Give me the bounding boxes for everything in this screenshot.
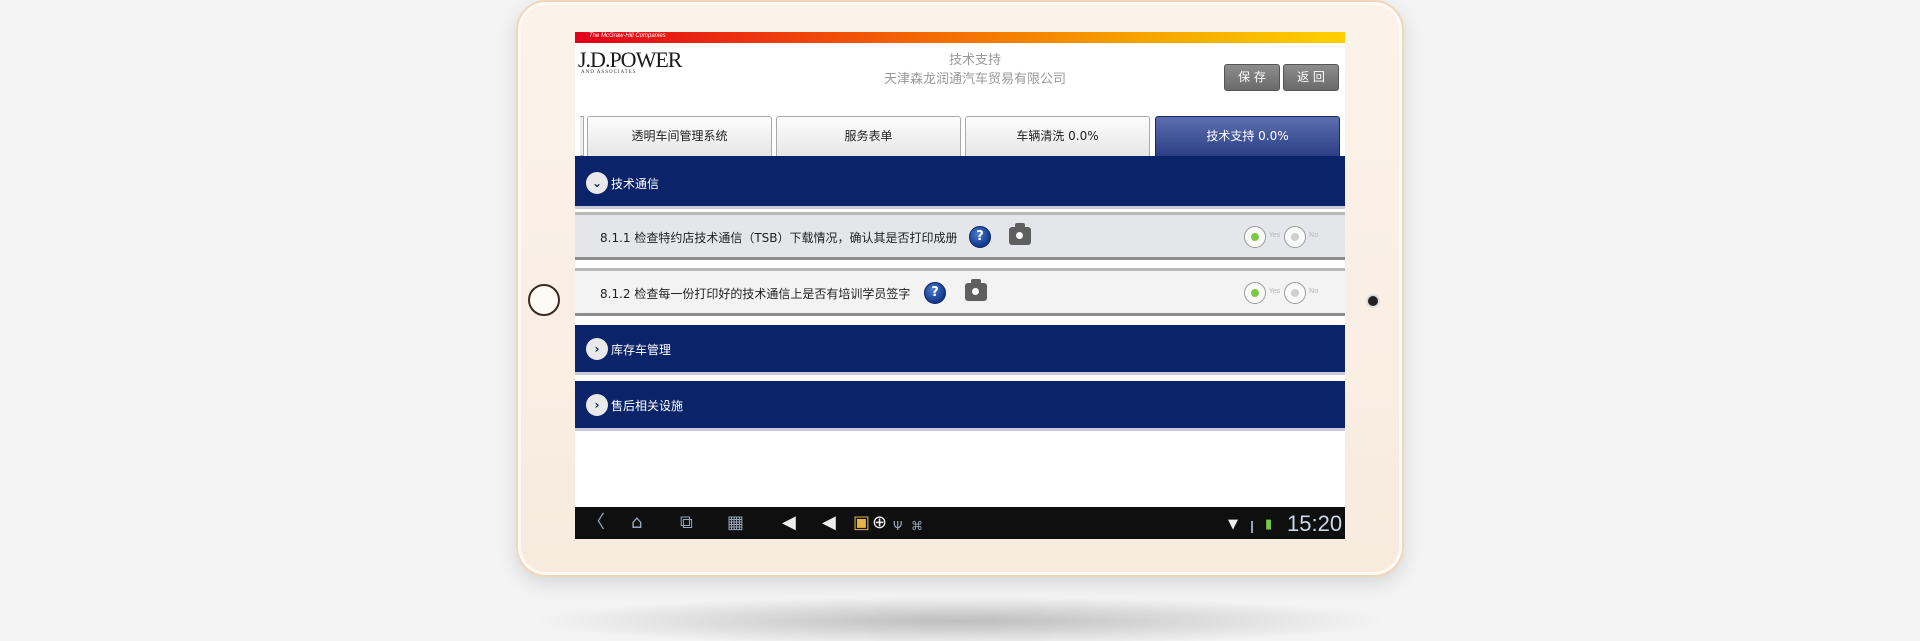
radio-no-dot [1291, 289, 1299, 297]
save-button[interactable]: 保 存 [1224, 64, 1280, 91]
home-nav-icon[interactable]: ⌂ [631, 513, 642, 533]
tab-vehicle-wash[interactable]: 车辆清洗 0.0% [965, 116, 1150, 156]
checklist-question: 8.1.2 检查每一份打印好的技术通信上是否有培训学员签字 [600, 287, 911, 301]
back-nav-icon[interactable]: 〈 [587, 513, 605, 533]
android-debug-icon: ⌘ [911, 519, 923, 533]
section-header-inventory[interactable]: › 库存车管理 [575, 325, 1345, 375]
section-title: 售后相关设施 [611, 399, 684, 413]
camera-icon[interactable] [965, 279, 987, 301]
tab-workshop-system[interactable]: 透明车间管理系统 [587, 116, 772, 156]
app-screen: The McGraw·Hill Companies J.D.POWER AND … [575, 32, 1345, 539]
radio-no[interactable] [1284, 226, 1306, 248]
radio-no-label: No [1309, 287, 1319, 295]
section-title: 技术通信 [611, 177, 660, 191]
radio-yes-label: Yes [1269, 287, 1281, 295]
front-camera [1368, 296, 1378, 306]
notification-app-icon[interactable]: ▣ [853, 513, 870, 533]
volume-up-icon[interactable]: ◀ [822, 513, 836, 533]
help-icon[interactable]: ? [969, 226, 991, 248]
system-nav-bar: 〈 ⌂ ⧉ ▦ ◀ ◀ ▣ ⊕ Ψ ⌘ ▼ ❙ ▮ 15:20 [575, 507, 1345, 539]
section-header-tech-comm[interactable]: ⌄ 技术通信 [575, 159, 1345, 209]
radio-yes[interactable] [1244, 282, 1266, 304]
section-title: 库存车管理 [611, 343, 672, 357]
brand-stripe [575, 32, 1345, 43]
back-button[interactable]: 返 回 [1283, 64, 1339, 91]
chevron-right-icon: › [586, 338, 608, 360]
radio-yes[interactable] [1244, 226, 1266, 248]
tablet-shadow [530, 596, 1390, 641]
signal-icon: ❙ [1247, 519, 1258, 533]
battery-icon: ▮ [1265, 517, 1273, 532]
camera-icon[interactable] [1009, 223, 1031, 245]
checklist-question: 8.1.1 检查特约店技术通信（TSB）下载情况，确认其是否打印成册 [600, 231, 958, 245]
wifi-icon: ▼ [1228, 517, 1238, 532]
tab-scroll-stub[interactable] [580, 116, 584, 156]
radio-no-label: No [1309, 231, 1319, 239]
tab-tech-support[interactable]: 技术支持 0.0% [1155, 116, 1340, 156]
radio-yes-dot [1251, 289, 1259, 297]
checklist-row: 8.1.2 检查每一份打印好的技术通信上是否有培训学员签字 ? Yes No [575, 268, 1345, 316]
radio-no[interactable] [1284, 282, 1306, 304]
radio-yes-dot [1251, 233, 1259, 241]
recent-apps-icon[interactable]: ⧉ [680, 513, 693, 533]
volume-down-icon[interactable]: ◀ [782, 513, 796, 533]
section-header-aftersales-facilities[interactable]: › 售后相关设施 [575, 381, 1345, 431]
radio-yes-label: Yes [1269, 231, 1281, 239]
clock: 15:20 [1287, 511, 1343, 536]
home-button[interactable] [528, 284, 560, 316]
chevron-down-icon: ⌄ [586, 172, 608, 194]
radio-no-dot [1291, 233, 1299, 241]
screenshot-icon[interactable]: ▦ [727, 513, 744, 533]
brand-company: The McGraw·Hill Companies [589, 33, 666, 39]
help-icon[interactable]: ? [924, 282, 946, 304]
chevron-right-icon: › [586, 394, 608, 416]
usb-icon: Ψ [893, 519, 903, 533]
add-notification-icon[interactable]: ⊕ [872, 513, 887, 533]
tab-service-form[interactable]: 服务表单 [776, 116, 961, 156]
checklist-row: 8.1.1 检查特约店技术通信（TSB）下载情况，确认其是否打印成册 ? Yes… [575, 212, 1345, 260]
